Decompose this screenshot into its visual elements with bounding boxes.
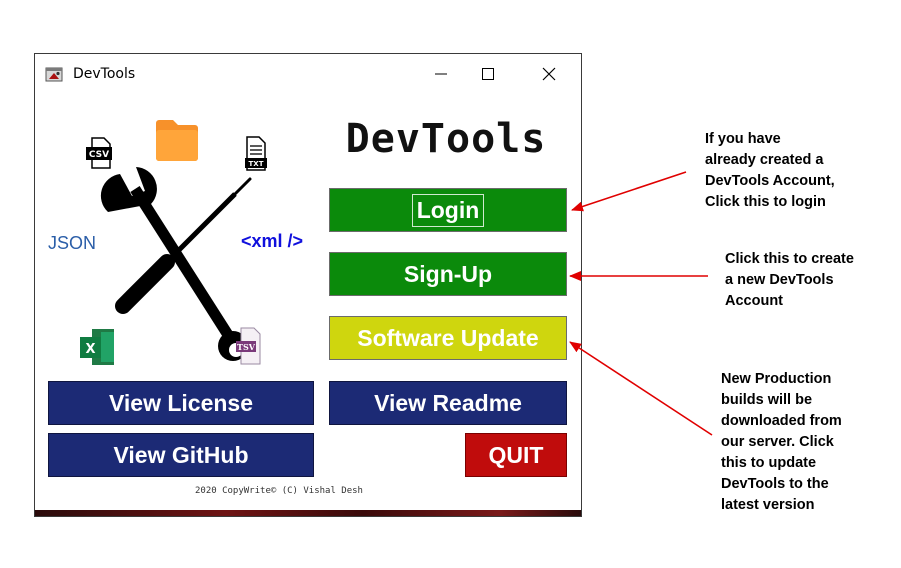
close-icon	[542, 67, 556, 81]
minimize-button[interactable]	[418, 60, 464, 88]
folder-icon	[156, 120, 198, 161]
maximize-button[interactable]	[465, 60, 511, 88]
software-update-button[interactable]: Software Update	[329, 316, 567, 360]
txt-file-icon: TXT	[245, 136, 267, 171]
app-logo-text: DevTools	[345, 116, 547, 162]
minimize-icon	[435, 73, 447, 75]
update-annotation: New Production builds will be downloaded…	[721, 371, 842, 513]
title-bar[interactable]: DevTools	[35, 54, 581, 94]
devtools-window: DevTools CSV TXT JSON <xml /> X TSV DevT…	[34, 53, 582, 517]
devtools-artwork: CSV TXT JSON <xml /> X TSV	[48, 120, 303, 365]
login-annotation: If you have already created a DevTools A…	[705, 131, 835, 210]
maximize-icon	[482, 68, 494, 80]
login-button-label: Login	[411, 193, 485, 227]
app-icon	[45, 67, 63, 82]
svg-text:TXT: TXT	[249, 160, 264, 168]
signup-button[interactable]: Sign-Up	[329, 252, 567, 296]
close-button[interactable]	[526, 60, 572, 88]
csv-file-icon: CSV	[86, 137, 112, 169]
window-title: DevTools	[73, 66, 136, 82]
excel-icon: X	[80, 329, 114, 365]
view-readme-button[interactable]: View Readme	[329, 381, 567, 425]
xml-text: <xml />	[241, 231, 303, 251]
update-arrow	[569, 341, 713, 436]
login-button[interactable]: Login	[329, 188, 567, 232]
view-github-button[interactable]: View GitHub	[48, 433, 314, 477]
view-license-button[interactable]: View License	[48, 381, 314, 425]
window-bottom-edge	[35, 510, 581, 516]
crossed-tools-icon	[100, 167, 252, 361]
json-text: JSON	[48, 233, 96, 253]
svg-text:X: X	[85, 342, 95, 357]
signup-annotation: Click this to create a new DevTools Acco…	[725, 251, 854, 309]
quit-button[interactable]: QUIT	[465, 433, 567, 477]
login-arrow	[571, 171, 687, 212]
copyright-text: 2020 CopyWrite© (C) Vishal Desh	[195, 486, 363, 496]
svg-text:CSV: CSV	[89, 150, 109, 160]
svg-text:TSV: TSV	[237, 342, 256, 352]
